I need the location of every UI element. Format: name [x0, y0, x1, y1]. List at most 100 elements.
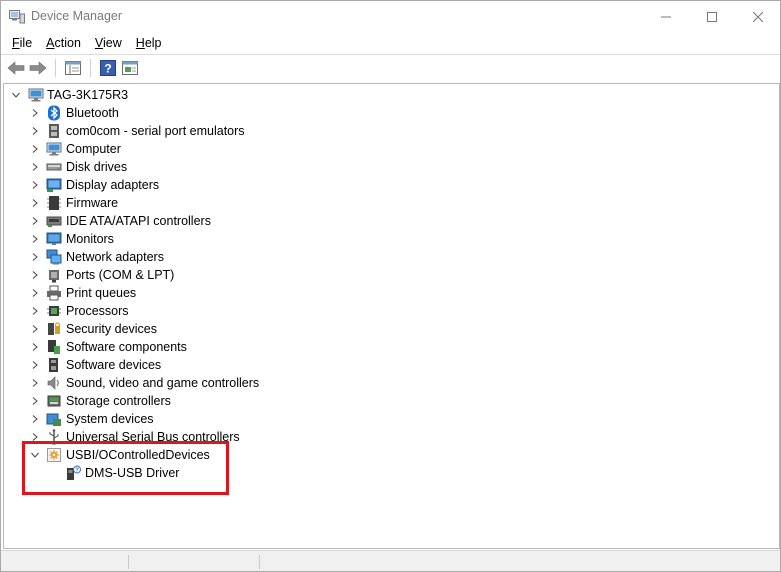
tree-category[interactable]: IDE ATA/ATAPI controllers: [4, 212, 779, 230]
svg-text:?: ?: [104, 62, 111, 76]
tree-category[interactable]: Security devices: [4, 320, 779, 338]
expand-toggle[interactable]: [30, 288, 40, 298]
tree-item-label: TAG-3K175R3: [47, 88, 129, 102]
update-driver-button[interactable]: [119, 57, 141, 79]
expand-toggle[interactable]: [30, 198, 40, 208]
tree-item-label: IDE ATA/ATAPI controllers: [66, 214, 211, 228]
highlight-annotation-box: [22, 441, 229, 495]
tree-category[interactable]: Display adapters: [4, 176, 779, 194]
expand-toggle[interactable]: [30, 306, 40, 316]
minimize-button[interactable]: [643, 1, 689, 32]
display-adapter-icon: [46, 178, 62, 192]
tree-category[interactable]: Firmware: [4, 194, 779, 212]
expand-toggle[interactable]: [30, 396, 40, 406]
tree-category[interactable]: Monitors: [4, 230, 779, 248]
tree-category[interactable]: System devices: [4, 410, 779, 428]
tree-item-label: Ports (COM & LPT): [66, 268, 175, 282]
port-icon: [49, 270, 59, 283]
storage-controller-icon: [47, 395, 61, 407]
status-divider: [259, 555, 260, 569]
tree-item-label: Firmware: [66, 196, 119, 210]
tree-item-label: Storage controllers: [66, 394, 171, 408]
back-arrow-icon: [7, 61, 25, 75]
window-title: Device Manager: [31, 9, 123, 23]
tree-category[interactable]: Network adapters: [4, 248, 779, 266]
ide-controller-icon: [46, 216, 62, 227]
show-hide-console-tree-button[interactable]: [62, 57, 84, 79]
tree-category[interactable]: Processors: [4, 302, 779, 320]
expand-toggle[interactable]: [30, 144, 40, 154]
menu-bar: File Action View Help: [1, 32, 780, 54]
printer-icon: [47, 285, 61, 301]
chevron-right-icon: [32, 415, 38, 423]
expand-toggle[interactable]: [30, 162, 40, 172]
processor-icon: [47, 306, 61, 316]
tree-category[interactable]: Storage controllers: [4, 392, 779, 410]
expand-toggle[interactable]: [30, 108, 40, 118]
menu-help[interactable]: Help: [129, 33, 169, 53]
tree-category[interactable]: Software components: [4, 338, 779, 356]
close-button[interactable]: [735, 1, 781, 32]
tree-category[interactable]: Bluetooth: [4, 104, 779, 122]
update-driver-icon: [122, 61, 138, 75]
toolbar-separator: [55, 59, 56, 77]
expand-toggle[interactable]: [30, 216, 40, 226]
menu-view[interactable]: View: [88, 33, 129, 53]
expand-toggle[interactable]: [30, 270, 40, 280]
collapse-toggle[interactable]: [11, 90, 21, 100]
help-button[interactable]: ?: [97, 57, 119, 79]
properties-icon: [65, 61, 81, 75]
back-button[interactable]: [5, 57, 27, 79]
expand-toggle[interactable]: [30, 342, 40, 352]
computer-icon: [46, 142, 62, 156]
expand-toggle[interactable]: [30, 126, 40, 136]
forward-arrow-icon: [29, 61, 47, 75]
menu-divider: [1, 54, 780, 55]
device-tree: TAG-3K175R3 Bluetooth com0com - serial por…: [4, 86, 779, 482]
tree-category[interactable]: Software devices: [4, 356, 779, 374]
firmware-icon: [47, 196, 61, 210]
status-divider: [128, 555, 129, 569]
forward-button[interactable]: [27, 57, 49, 79]
tree-item-label: Software components: [66, 340, 187, 354]
chevron-right-icon: [32, 127, 38, 135]
software-component-icon: [48, 340, 60, 354]
chevron-down-icon: [12, 92, 20, 98]
tree-root-computer[interactable]: TAG-3K175R3: [4, 86, 779, 104]
menu-action[interactable]: Action: [39, 33, 88, 53]
chevron-right-icon: [32, 253, 38, 261]
tree-category[interactable]: Computer: [4, 140, 779, 158]
speaker-icon: [47, 376, 59, 390]
chevron-right-icon: [32, 325, 38, 333]
expand-toggle[interactable]: [30, 234, 40, 244]
tree-item-label: Processors: [66, 304, 129, 318]
tree-item-label: Print queues: [66, 286, 137, 300]
tree-item-label: Bluetooth: [66, 106, 119, 120]
minimize-icon: [661, 16, 671, 17]
expand-toggle[interactable]: [30, 324, 40, 334]
chevron-right-icon: [32, 163, 38, 171]
expand-toggle[interactable]: [30, 414, 40, 424]
expand-toggle[interactable]: [30, 378, 40, 388]
computer-icon: [28, 88, 44, 102]
expand-toggle[interactable]: [30, 360, 40, 370]
help-icon: ?: [100, 60, 116, 76]
tree-item-label: Network adapters: [66, 250, 164, 264]
tree-category[interactable]: com0com - serial port emulators: [4, 122, 779, 140]
expand-toggle[interactable]: [30, 252, 40, 262]
maximize-button[interactable]: [689, 1, 735, 32]
tree-category[interactable]: Print queues: [4, 284, 779, 302]
chevron-right-icon: [32, 397, 38, 405]
maximize-icon: [707, 11, 717, 22]
device-manager-icon: [9, 10, 25, 24]
toolbar-separator: [90, 59, 91, 77]
menu-file[interactable]: File: [5, 33, 39, 53]
chevron-right-icon: [32, 433, 38, 441]
tree-category[interactable]: Sound, video and game controllers: [4, 374, 779, 392]
expand-toggle[interactable]: [30, 180, 40, 190]
tree-category[interactable]: Disk drives: [4, 158, 779, 176]
chevron-right-icon: [32, 235, 38, 243]
tree-item-label: System devices: [66, 412, 154, 426]
tree-category[interactable]: Ports (COM & LPT): [4, 266, 779, 284]
tree-item-label: Display adapters: [66, 178, 160, 192]
